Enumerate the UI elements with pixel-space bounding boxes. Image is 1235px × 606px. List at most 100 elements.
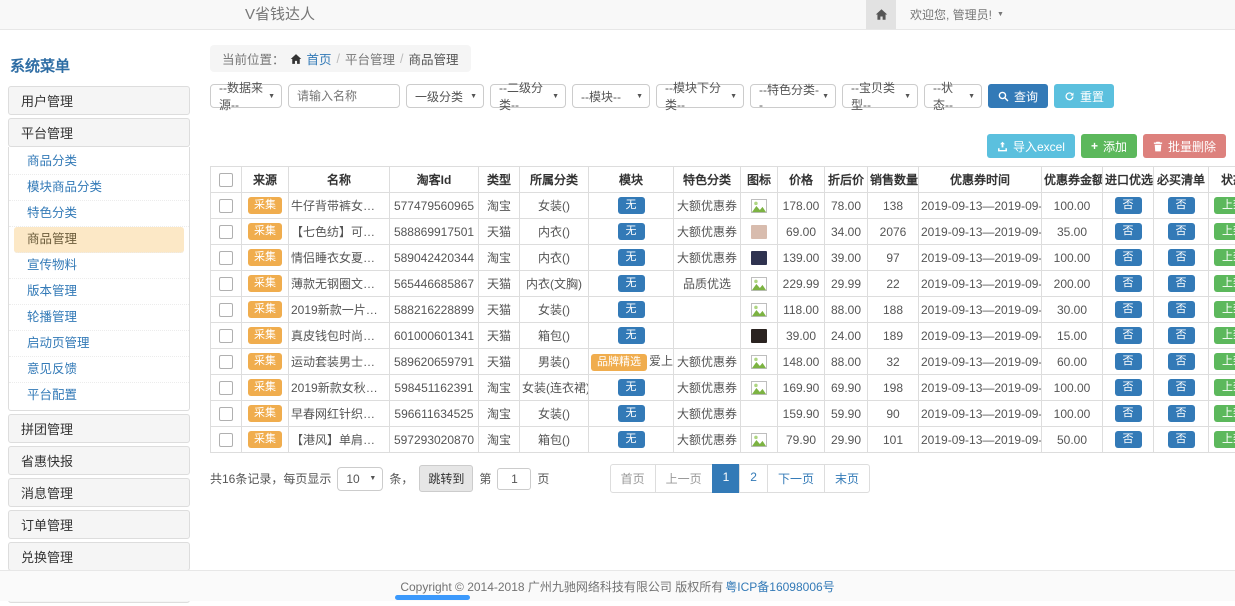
status-button[interactable]: 上架 xyxy=(1214,379,1235,396)
import-select-toggle[interactable]: 否 xyxy=(1115,431,1142,448)
sidebar-group-header[interactable]: 平台管理 xyxy=(8,118,190,147)
row-checkbox[interactable] xyxy=(219,381,233,395)
sidebar-group-header[interactable]: 订单管理 xyxy=(8,510,190,539)
row-checkbox[interactable] xyxy=(219,199,233,213)
status-button[interactable]: 上架 xyxy=(1214,197,1235,214)
taoke-id: 598451162391 xyxy=(390,375,479,401)
import-select-toggle[interactable]: 否 xyxy=(1115,405,1142,422)
import-select-toggle[interactable]: 否 xyxy=(1115,249,1142,266)
must-buy-toggle[interactable]: 否 xyxy=(1168,223,1195,240)
sidebar-group-header[interactable]: 用户管理 xyxy=(8,86,190,115)
must-buy-toggle[interactable]: 否 xyxy=(1168,379,1195,396)
filter-select[interactable]: --状态--▼ xyxy=(924,84,982,108)
row-checkbox[interactable] xyxy=(219,225,233,239)
select-all-checkbox[interactable] xyxy=(219,173,233,187)
status-button[interactable]: 上架 xyxy=(1214,223,1235,240)
filter-select[interactable]: --特色分类--▼ xyxy=(750,84,836,108)
reset-button[interactable]: 重置 xyxy=(1054,84,1114,108)
filter-select[interactable]: --模块--▼ xyxy=(572,84,650,108)
status-button[interactable]: 上架 xyxy=(1214,301,1235,318)
status-button[interactable]: 上架 xyxy=(1214,249,1235,266)
add-button[interactable]: + 添加 xyxy=(1081,134,1137,158)
page-button[interactable]: 首页 xyxy=(610,464,656,493)
page-button[interactable]: 末页 xyxy=(824,464,870,493)
sidebar-group-header[interactable]: 拼团管理 xyxy=(8,414,190,443)
home-button[interactable] xyxy=(866,0,896,29)
import-select-toggle[interactable]: 否 xyxy=(1115,379,1142,396)
filter-select[interactable]: --数据来源--▼ xyxy=(210,84,282,108)
import-select-toggle[interactable]: 否 xyxy=(1115,197,1142,214)
sales-count: 188 xyxy=(868,297,919,323)
import-select-toggle[interactable]: 否 xyxy=(1115,275,1142,292)
page-button[interactable]: 2 xyxy=(739,464,768,493)
status-button[interactable]: 上架 xyxy=(1214,353,1235,370)
filter-select[interactable]: --模块下分类--▼ xyxy=(656,84,744,108)
sidebar-item[interactable]: 商品管理 xyxy=(14,227,184,253)
product-type: 天猫 xyxy=(479,219,520,245)
import-select-toggle[interactable]: 否 xyxy=(1115,301,1142,318)
must-buy-toggle[interactable]: 否 xyxy=(1168,327,1195,344)
batch-delete-button[interactable]: 批量删除 xyxy=(1143,134,1226,158)
sidebar-item[interactable]: 启动页管理 xyxy=(9,331,189,357)
row-checkbox[interactable] xyxy=(219,251,233,265)
import-select-toggle[interactable]: 否 xyxy=(1115,327,1142,344)
name-search-input[interactable] xyxy=(288,84,400,108)
page-button[interactable]: 上一页 xyxy=(655,464,713,493)
import-excel-button[interactable]: 导入excel xyxy=(987,134,1075,158)
filter-select[interactable]: 一级分类▼ xyxy=(406,84,484,108)
must-buy-toggle[interactable]: 否 xyxy=(1168,275,1195,292)
sidebar-item[interactable]: 意见反馈 xyxy=(9,357,189,383)
icp-link[interactable]: 粤ICP备16098006号 xyxy=(725,578,834,595)
row-checkbox[interactable] xyxy=(219,329,233,343)
page-button[interactable]: 下一页 xyxy=(767,464,825,493)
sidebar-item[interactable]: 商品分类 xyxy=(9,149,189,175)
must-buy-toggle[interactable]: 否 xyxy=(1168,405,1195,422)
sidebar-group-header[interactable]: 消息管理 xyxy=(8,478,190,507)
row-checkbox[interactable] xyxy=(219,277,233,291)
status-button[interactable]: 上架 xyxy=(1214,405,1235,422)
row-checkbox[interactable] xyxy=(219,303,233,317)
sidebar-item[interactable]: 轮播管理 xyxy=(9,305,189,331)
user-menu[interactable]: 欢迎您, 管理员! ▼ xyxy=(910,6,1004,23)
sidebar-item[interactable]: 模块商品分类 xyxy=(9,175,189,201)
row-checkbox[interactable] xyxy=(219,433,233,447)
sidebar-item[interactable]: 平台配置 xyxy=(9,383,189,408)
sidebar-group-header[interactable]: 省惠快报 xyxy=(8,446,190,475)
must-buy-toggle[interactable]: 否 xyxy=(1168,353,1195,370)
coupon-amount: 200.00 xyxy=(1042,271,1103,297)
sidebar-item[interactable]: 特色分类 xyxy=(9,201,189,227)
must-buy-toggle[interactable]: 否 xyxy=(1168,301,1195,318)
must-buy-toggle[interactable]: 否 xyxy=(1168,431,1195,448)
discount-price: 59.90 xyxy=(825,401,868,427)
must-buy-toggle[interactable]: 否 xyxy=(1168,197,1195,214)
status-button[interactable]: 上架 xyxy=(1214,431,1235,448)
filter-select[interactable]: --宝贝类型--▼ xyxy=(842,84,918,108)
picture-icon xyxy=(751,199,767,213)
import-select-toggle[interactable]: 否 xyxy=(1115,353,1142,370)
picture-icon xyxy=(751,303,767,317)
breadcrumb-home-link[interactable]: 首页 xyxy=(307,49,332,68)
status-button[interactable]: 上架 xyxy=(1214,327,1235,344)
filter-select[interactable]: --二级分类--▼ xyxy=(490,84,566,108)
row-checkbox[interactable] xyxy=(219,407,233,421)
breadcrumb: 当前位置： 首页 / 平台管理 / 商品管理 xyxy=(210,45,471,72)
sidebar-group-header[interactable]: 兑换管理 xyxy=(8,542,190,571)
jump-button[interactable]: 跳转到 xyxy=(419,465,473,492)
breadcrumb-separator: / xyxy=(337,52,340,66)
sidebar-item[interactable]: 宣传物料 xyxy=(9,253,189,279)
per-page-select[interactable]: 10 ▼ xyxy=(337,467,383,491)
search-button[interactable]: 查询 xyxy=(988,84,1048,108)
page-button[interactable]: 1 xyxy=(712,464,741,493)
source-badge: 采集 xyxy=(248,223,282,240)
table-header-cell: 折后价 xyxy=(825,167,868,193)
jump-suffix: 页 xyxy=(537,470,549,487)
row-checkbox[interactable] xyxy=(219,355,233,369)
status-button[interactable]: 上架 xyxy=(1214,275,1235,292)
must-buy-toggle[interactable]: 否 xyxy=(1168,249,1195,266)
sidebar-item[interactable]: 版本管理 xyxy=(9,279,189,305)
page-number-input[interactable] xyxy=(497,468,531,490)
table-row: 采集早春网红针织外套女春...596611634525淘宝女装()无大额优惠券1… xyxy=(211,401,1235,427)
product-type: 淘宝 xyxy=(479,245,520,271)
horizontal-scrollbar-thumb[interactable] xyxy=(395,595,470,600)
import-select-toggle[interactable]: 否 xyxy=(1115,223,1142,240)
